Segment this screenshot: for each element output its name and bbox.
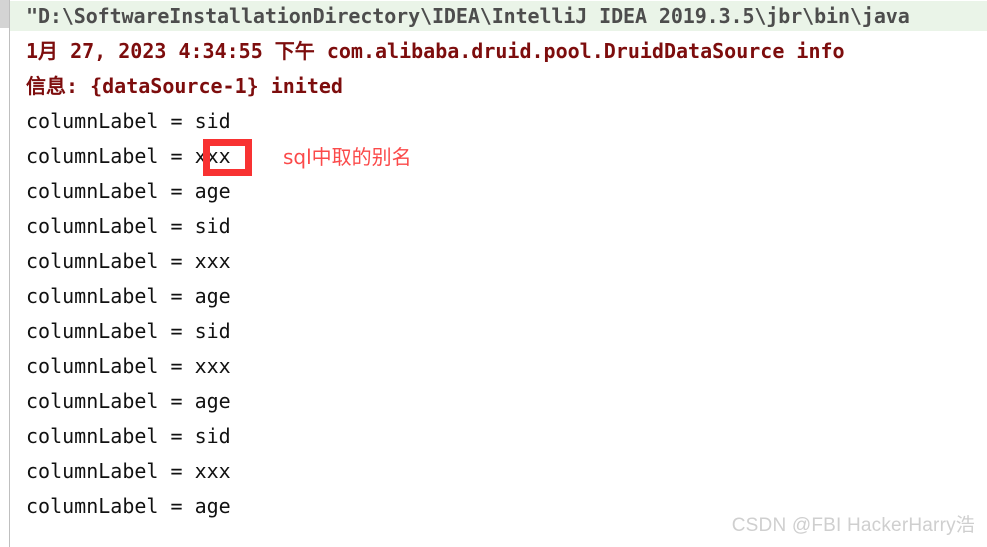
- console-output-line: columnLabel = age: [26, 284, 231, 308]
- csdn-watermark: CSDN @FBI HackerHarry浩: [731, 515, 975, 536]
- console-output-line: columnLabel = xxx: [26, 459, 231, 483]
- console-output-line: columnLabel = age: [26, 179, 231, 203]
- console-output-line: columnLabel = xxx: [26, 144, 231, 168]
- gutter-block: [0, 0, 9, 28]
- console-output-panel: "D:\SoftwareInstallationDirectory\IDEA\I…: [0, 0, 987, 547]
- console-command-line: "D:\SoftwareInstallationDirectory\IDEA\I…: [10, 1, 987, 31]
- alias-highlight-box: [203, 139, 252, 176]
- console-output-line: columnLabel = sid: [26, 214, 231, 238]
- console-text-area[interactable]: "D:\SoftwareInstallationDirectory\IDEA\I…: [10, 0, 987, 547]
- console-output-line: columnLabel = xxx: [26, 249, 231, 273]
- console-output-line: columnLabel = sid: [26, 319, 231, 343]
- alias-annotation-text: sql中取的别名: [283, 145, 412, 169]
- console-log-line: 1月 27, 2023 4:34:55 下午 com.alibaba.druid…: [26, 39, 845, 63]
- console-output-line: columnLabel = sid: [26, 424, 231, 448]
- console-log-line: 信息: {dataSource-1} inited: [26, 74, 343, 98]
- console-output-line: columnLabel = age: [26, 389, 231, 413]
- console-output-line: columnLabel = age: [26, 494, 231, 518]
- console-output-line: columnLabel = xxx: [26, 354, 231, 378]
- console-output-line: columnLabel = sid: [26, 109, 231, 133]
